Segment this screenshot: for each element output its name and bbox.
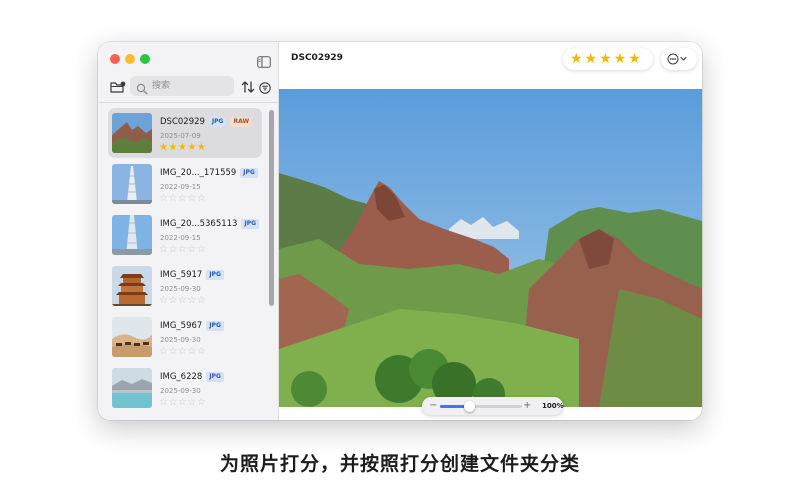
- file-name: IMG_20..._171559: [160, 168, 237, 178]
- file-date: 2022-09-15: [160, 234, 201, 242]
- close-window-button[interactable]: [110, 54, 120, 64]
- zoom-slider-knob[interactable]: [463, 401, 475, 412]
- search-field[interactable]: 搜索: [130, 76, 234, 96]
- file-name: IMG_6228: [160, 372, 203, 382]
- sidebar-toggle-icon[interactable]: [257, 53, 271, 68]
- star-rating[interactable]: ☆☆☆☆☆: [159, 193, 206, 204]
- zoom-control: − + 100%: [422, 397, 564, 415]
- format-badge-raw: RAW: [230, 117, 253, 127]
- photo-thumbnail: [112, 368, 152, 408]
- photo-list-item[interactable]: IMG_20...5365113 JPG 2022-09-15 ☆☆☆☆☆: [108, 210, 262, 260]
- zoom-in-button[interactable]: +: [523, 399, 531, 413]
- star-rating[interactable]: ☆☆☆☆☆: [159, 244, 206, 255]
- format-badge-jpg: JPG: [240, 168, 258, 178]
- file-date: 2025-09-30: [160, 336, 201, 344]
- rating-control[interactable]: ★★★★★: [563, 48, 653, 70]
- search-placeholder: 搜索: [152, 81, 171, 91]
- star-rating[interactable]: ☆☆☆☆☆: [159, 397, 206, 408]
- ellipsis-circle-icon: [667, 53, 687, 65]
- star-rating[interactable]: ☆☆☆☆☆: [159, 295, 206, 306]
- file-date: 2025-09-30: [160, 387, 201, 395]
- sidebar-divider: [98, 102, 278, 103]
- zoom-slider[interactable]: [440, 401, 522, 412]
- more-menu-button[interactable]: [661, 48, 697, 70]
- file-name: DSC02929: [160, 117, 205, 127]
- rating-stars[interactable]: ★★★★★: [570, 51, 643, 67]
- star-rating[interactable]: ★★★★★: [159, 142, 206, 153]
- photo-thumbnail: [112, 215, 152, 255]
- photo-list-item[interactable]: IMG_20..._171559 JPG 2022-09-15 ☆☆☆☆☆: [108, 159, 262, 209]
- photo-list: DSC02929 JPG RAW 2025-07-09 ★★★★★ IMG_20..…: [98, 104, 278, 420]
- photo-list-item[interactable]: IMG_5917 JPG 2025-09-30 ☆☆☆☆☆: [108, 261, 262, 311]
- format-badge-jpg: JPG: [206, 270, 224, 280]
- format-badge-jpg: JPG: [206, 372, 224, 382]
- photo-list-item[interactable]: IMG_6228 JPG 2025-09-30 ☆☆☆☆☆: [108, 363, 262, 413]
- format-badge-jpg: JPG: [206, 321, 224, 331]
- file-date: 2025-09-30: [160, 285, 201, 293]
- file-name: IMG_5917: [160, 270, 203, 280]
- format-badge-jpg: JPG: [208, 117, 227, 127]
- photo-title: DSC02929: [291, 53, 343, 63]
- minimize-window-button[interactable]: [125, 54, 135, 64]
- filter-circle-icon[interactable]: [259, 79, 271, 94]
- zoom-out-button[interactable]: −: [429, 399, 437, 413]
- photo-thumbnail: [112, 113, 152, 153]
- folder-badge-icon[interactable]: [110, 79, 126, 93]
- sidebar: 搜索 DSC02929 JPG RAW 2025-07-09 ★★★★★ IMG…: [98, 42, 279, 420]
- star-rating[interactable]: ☆☆☆☆☆: [159, 346, 206, 357]
- photo-viewer: DSC02929 ★★★★★ − + 100%: [279, 42, 702, 420]
- file-name: IMG_5967: [160, 321, 203, 331]
- sort-arrows-icon[interactable]: [241, 79, 255, 93]
- photo-thumbnail: [112, 317, 152, 357]
- file-date: 2025-07-09: [160, 132, 201, 140]
- feature-caption: 为照片打分，并按照打分创建文件夹分类: [219, 453, 580, 475]
- main-photo: [279, 89, 702, 407]
- format-badge-jpg: JPG: [241, 219, 260, 229]
- zoom-window-button[interactable]: [140, 54, 150, 64]
- file-date: 2022-09-15: [160, 183, 201, 191]
- photo-thumbnail: [112, 164, 152, 204]
- sidebar-scrollbar[interactable]: [269, 110, 274, 306]
- photo-list-item[interactable]: DSC02929 JPG RAW 2025-07-09 ★★★★★: [108, 108, 262, 158]
- search-icon: [136, 80, 148, 95]
- zoom-percentage: 100%: [542, 402, 564, 410]
- photo-list-item[interactable]: IMG_5967 JPG 2025-09-30 ☆☆☆☆☆: [108, 312, 262, 362]
- app-window: 搜索 DSC02929 JPG RAW 2025-07-09 ★★★★★ IMG…: [98, 42, 702, 420]
- photo-thumbnail: [112, 266, 152, 306]
- file-name: IMG_20...5365113: [160, 219, 238, 229]
